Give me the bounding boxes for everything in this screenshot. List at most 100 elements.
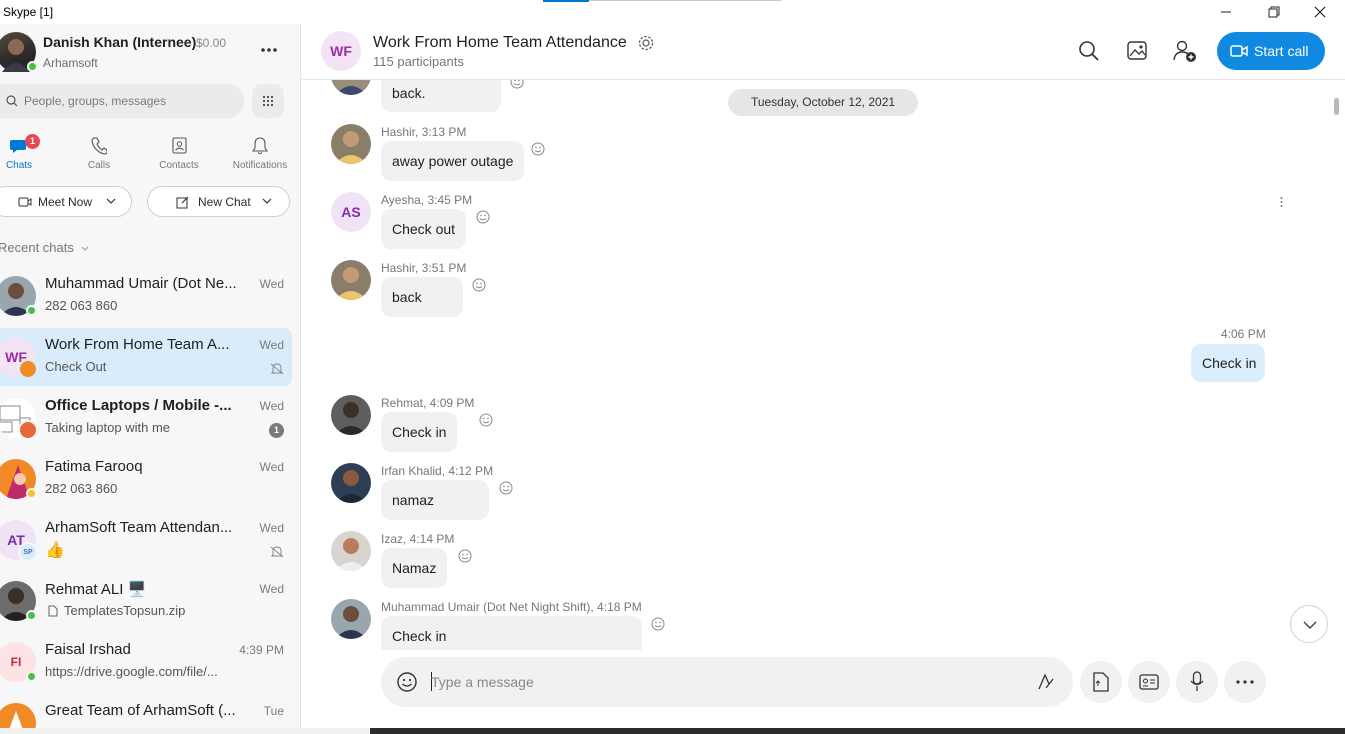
emoji-icon[interactable] bbox=[396, 671, 418, 693]
add-participant-icon[interactable] bbox=[1173, 39, 1197, 63]
search-icon[interactable] bbox=[1077, 39, 1101, 63]
chevron-down-icon bbox=[262, 198, 272, 205]
emoji-react-icon[interactable] bbox=[650, 616, 666, 632]
chat-time: Tue bbox=[263, 704, 284, 718]
skype-credit[interactable]: $0.00 bbox=[196, 36, 226, 50]
vertical-more-icon[interactable] bbox=[1280, 196, 1283, 208]
scroll-to-bottom-button[interactable] bbox=[1290, 605, 1328, 643]
file-icon bbox=[1092, 672, 1110, 692]
emoji-react-icon[interactable] bbox=[478, 412, 494, 428]
message-bubble[interactable]: Check out bbox=[381, 209, 467, 249]
tab-chats[interactable]: 1 Chats bbox=[0, 134, 40, 178]
message-list: back. Tuesday, October 12, 2021 Hashir, … bbox=[301, 80, 1331, 650]
chat-item-arhamsoft-attendance[interactable]: AT SP ArhamSoft Team Attendan... 👍 Wed bbox=[0, 511, 292, 569]
message-bubble[interactable]: Namaz bbox=[381, 548, 448, 588]
avatar bbox=[331, 599, 371, 639]
emoji-react-icon[interactable] bbox=[471, 277, 487, 293]
recent-chats-header[interactable]: Recent chats bbox=[0, 240, 89, 255]
chat-time: Wed bbox=[259, 582, 284, 596]
avatar bbox=[331, 124, 371, 164]
taskbar-edge bbox=[0, 728, 1345, 734]
format-text-icon[interactable] bbox=[1037, 673, 1055, 691]
send-contact-button[interactable] bbox=[1128, 661, 1170, 703]
gear-icon[interactable] bbox=[637, 34, 655, 52]
chat-time: Wed bbox=[259, 399, 284, 413]
nav-tabs: 1 Chats Calls Contacts Notifications bbox=[0, 134, 300, 178]
bell-icon bbox=[252, 137, 268, 155]
chat-time: Wed bbox=[259, 460, 284, 474]
search-input[interactable]: People, groups, messages bbox=[24, 94, 166, 108]
chat-item-work-from-home[interactable]: WF Work From Home Team A... Check Out We… bbox=[0, 328, 292, 386]
recent-chats-label: Recent chats bbox=[0, 240, 74, 255]
chat-name: ArhamSoft Team Attendan... bbox=[45, 519, 233, 536]
more-options-icon[interactable] bbox=[258, 40, 280, 60]
start-call-button[interactable]: Start call bbox=[1217, 32, 1325, 70]
contacts-icon bbox=[172, 137, 187, 154]
restore-icon[interactable] bbox=[1251, 2, 1297, 22]
chat-item-faisal-irshad[interactable]: FI Faisal Irshad https://drive.google.co… bbox=[0, 633, 292, 691]
chat-item-rehmat-ali[interactable]: Rehmat ALI 🖥️ TemplatesTopsun.zip Wed bbox=[0, 572, 292, 630]
message-bubble[interactable]: Check in bbox=[381, 616, 642, 650]
tab-contacts[interactable]: Contacts bbox=[156, 134, 202, 178]
online-status-dot bbox=[27, 61, 38, 72]
emoji-react-icon[interactable] bbox=[475, 209, 491, 225]
avatar-initials: AS bbox=[341, 204, 361, 220]
send-file-button[interactable] bbox=[1080, 661, 1122, 703]
tab-calls-label: Calls bbox=[87, 160, 111, 171]
chat-item-fatima-farooq[interactable]: Fatima Farooq 282 063 860 Wed bbox=[0, 450, 292, 508]
chat-preview: Taking laptop with me bbox=[45, 420, 171, 435]
emoji-react-icon[interactable] bbox=[530, 141, 546, 157]
emoji-react-icon[interactable] bbox=[457, 548, 473, 564]
message-bubble[interactable]: back bbox=[381, 277, 463, 317]
emoji-react-icon[interactable] bbox=[509, 80, 525, 90]
tab-notifications[interactable]: Notifications bbox=[230, 134, 290, 178]
new-chat-button[interactable]: New Chat bbox=[147, 186, 290, 217]
record-audio-button[interactable] bbox=[1176, 661, 1218, 703]
minimize-icon[interactable] bbox=[1203, 2, 1249, 22]
own-message-bubble[interactable]: Check in bbox=[1191, 344, 1265, 382]
more-actions-button[interactable] bbox=[1224, 661, 1266, 703]
close-icon[interactable] bbox=[1297, 2, 1343, 22]
tab-calls[interactable]: Calls bbox=[80, 134, 118, 178]
chat-time: Wed bbox=[259, 277, 284, 291]
message-bubble[interactable]: Check in bbox=[381, 412, 458, 452]
message-text: Check in bbox=[1202, 355, 1257, 371]
chevron-down-icon bbox=[106, 198, 116, 205]
dialpad-button[interactable] bbox=[252, 84, 284, 118]
participants-count[interactable]: 115 participants bbox=[373, 54, 464, 69]
message-bubble[interactable]: back. bbox=[381, 80, 501, 112]
group-avatar[interactable]: WF bbox=[321, 31, 361, 71]
message-bubble[interactable]: namaz bbox=[381, 480, 489, 520]
emoji-react-icon[interactable] bbox=[498, 480, 514, 496]
start-call-label: Start call bbox=[1254, 43, 1309, 59]
video-call-icon bbox=[1230, 43, 1248, 59]
message-composer[interactable]: Type a message bbox=[381, 657, 1073, 707]
chat-item-muhammad-umair[interactable]: Muhammad Umair (Dot Ne... 282 063 860 We… bbox=[0, 267, 292, 325]
message-input[interactable]: Type a message bbox=[431, 674, 534, 690]
chat-item-office-laptops[interactable]: Office Laptops / Mobile -... Taking lapt… bbox=[0, 389, 292, 447]
avatar-initials: FI bbox=[10, 655, 22, 669]
chat-time: Wed bbox=[259, 338, 284, 352]
notifications-off-icon bbox=[270, 546, 284, 558]
message-text: back bbox=[392, 289, 422, 305]
meet-now-button[interactable]: Meet Now bbox=[0, 186, 132, 217]
group-sub-avatar bbox=[18, 420, 38, 440]
message-meta: Rehmat, 4:09 PM bbox=[381, 396, 475, 410]
compose-icon bbox=[176, 195, 190, 209]
message-meta: Irfan Khalid, 4:12 PM bbox=[381, 464, 494, 478]
chevron-down-icon bbox=[81, 246, 89, 252]
chat-time: Wed bbox=[259, 521, 284, 535]
chat-name: Work From Home Team A... bbox=[45, 336, 230, 353]
avatar bbox=[331, 531, 371, 571]
conversation-title[interactable]: Work From Home Team Attendance bbox=[373, 34, 627, 52]
profile-header[interactable]: Danish Khan (Internee) $0.00 Arhamsoft bbox=[0, 32, 300, 76]
search-box[interactable]: People, groups, messages bbox=[0, 84, 244, 118]
gallery-icon[interactable] bbox=[1126, 39, 1150, 63]
message-text: Check out bbox=[392, 221, 456, 237]
chat-preview: Check Out bbox=[45, 359, 107, 374]
message-text: Check in bbox=[392, 628, 447, 644]
scrollbar-thumb[interactable] bbox=[1334, 98, 1339, 115]
chat-name: Fatima Farooq bbox=[45, 458, 143, 475]
message-bubble[interactable]: away power outage bbox=[381, 141, 525, 181]
avatar bbox=[331, 260, 371, 300]
